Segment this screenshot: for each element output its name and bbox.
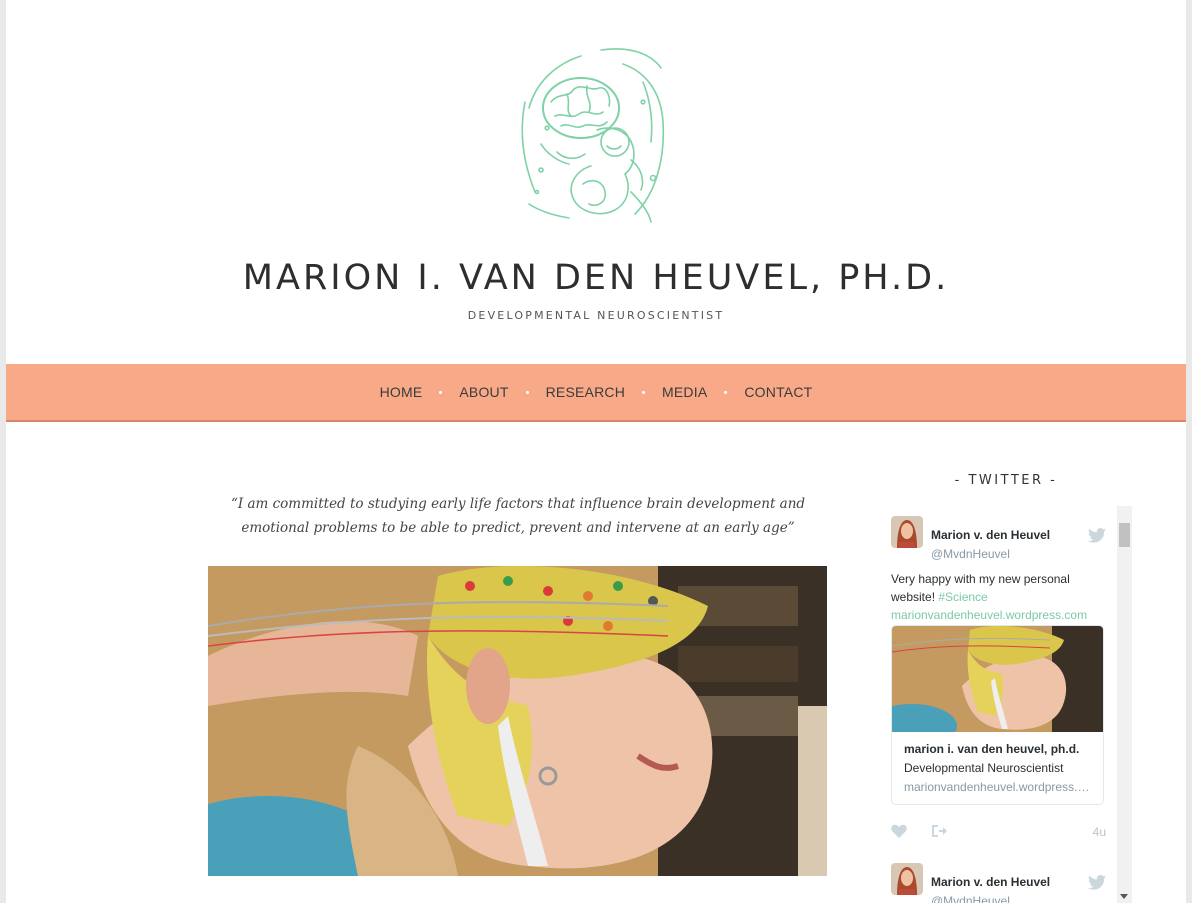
card-description: Developmental Neuroscientist	[904, 761, 1064, 775]
heart-icon[interactable]	[891, 824, 907, 838]
tweet-author-handle[interactable]: @MvdnHeuvel	[931, 894, 1010, 903]
site-tagline: DEVELOPMENTAL NEUROSCIENTIST	[467, 309, 725, 322]
tweet-author-name[interactable]: Marion v. den Heuvel	[931, 875, 1050, 889]
mission-quote: “I am committed to studying early life f…	[230, 496, 806, 536]
main-navigation: HOME ABOUT RESEARCH MEDIA CONTACT	[6, 364, 1186, 422]
nav-separator-dot	[642, 390, 646, 394]
scrollbar-thumb[interactable]	[1119, 523, 1130, 547]
tweet-text: Very happy with my new personal website!…	[891, 570, 1106, 624]
nav-research[interactable]: RESEARCH	[546, 384, 625, 400]
page: MARION I. VAN DEN HEUVEL, PH.D. DEVELOPM…	[6, 0, 1186, 903]
sidebar-widget-title: - TWITTER -	[954, 473, 1058, 488]
tweet-timestamp[interactable]: 4u	[1093, 825, 1106, 839]
nav-about[interactable]: ABOUT	[459, 384, 508, 400]
child-eeg-cap-photo	[208, 566, 827, 876]
card-url[interactable]: marionvandenheuvel.wordpress.com	[904, 780, 1094, 794]
nav-separator-dot	[439, 390, 443, 394]
nav-contact[interactable]: CONTACT	[744, 384, 812, 400]
scroll-down-arrow-icon[interactable]	[1120, 894, 1128, 899]
tweet-author-name[interactable]: Marion v. den Heuvel	[931, 528, 1050, 542]
card-thumbnail-image[interactable]	[892, 626, 1103, 732]
card-title[interactable]: marion i. van den heuvel, ph.d.	[904, 742, 1079, 756]
tweet-author-handle[interactable]: @MvdnHeuvel	[931, 547, 1010, 561]
timeline-scrollbar[interactable]	[1117, 506, 1132, 903]
brain-fetus-logo-icon[interactable]	[511, 42, 681, 228]
tweet[interactable]: Marion v. den Heuvel @MvdnHeuvel	[891, 863, 1106, 903]
nav-separator-dot	[525, 390, 529, 394]
nav-separator-dot	[724, 390, 728, 394]
tweet-hashtag-link[interactable]: #Science	[938, 590, 987, 604]
avatar[interactable]	[891, 516, 923, 548]
twitter-bird-icon[interactable]	[1088, 875, 1106, 890]
tweet[interactable]: Marion v. den Heuvel @MvdnHeuvel Very ha…	[891, 516, 1106, 846]
nav-media[interactable]: MEDIA	[662, 384, 707, 400]
site-title[interactable]: MARION I. VAN DEN HEUVEL, PH.D.	[6, 258, 1186, 298]
avatar[interactable]	[891, 863, 923, 895]
twitter-timeline[interactable]: Marion v. den Heuvel @MvdnHeuvel Very ha…	[886, 506, 1132, 903]
nav-home[interactable]: HOME	[380, 384, 423, 400]
twitter-bird-icon[interactable]	[1088, 528, 1106, 543]
share-icon[interactable]	[931, 824, 947, 838]
tweet-link-card[interactable]: marion i. van den heuvel, ph.d. Developm…	[891, 625, 1104, 805]
tweet-actions: 4u	[891, 824, 1106, 840]
tweet-url-link[interactable]: marionvandenheuvel.wordpress.com	[891, 608, 1087, 622]
